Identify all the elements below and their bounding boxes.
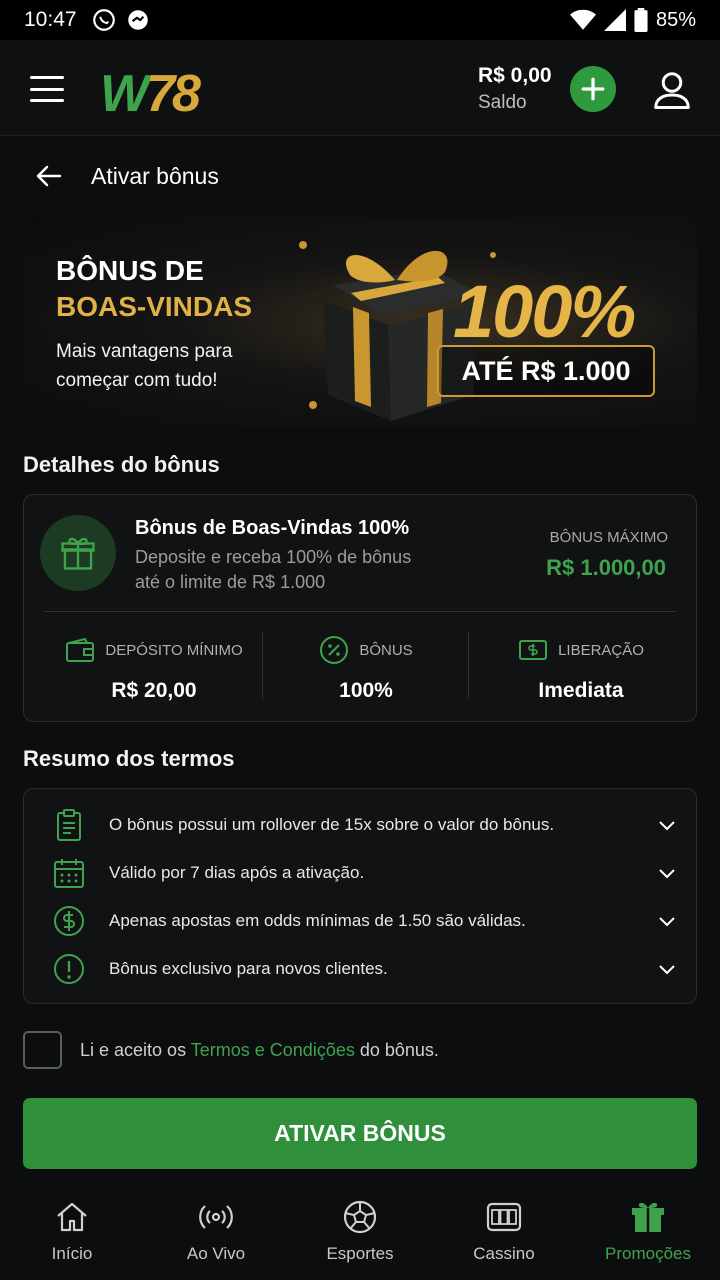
whatsapp-icon	[92, 9, 115, 31]
balance[interactable]: R$ 0,00 Saldo	[478, 64, 552, 114]
stat-value: 100%	[339, 679, 393, 702]
term-item[interactable]: Válido por 7 dias após a ativação.	[24, 849, 696, 897]
gift-icon-badge	[40, 515, 116, 591]
stat-bonus: BÔNUS 100%	[257, 635, 475, 703]
battery-icon	[634, 8, 648, 32]
term-text: O bônus possui um rollover de 15x sobre …	[109, 815, 555, 834]
bonus-name: Bônus de Boas-Vindas 100%	[135, 517, 410, 539]
max-bonus-label: BÔNUS MÁXIMO	[549, 529, 668, 546]
ball-icon	[343, 1200, 377, 1234]
user-icon[interactable]	[652, 70, 692, 110]
nav-item-home[interactable]: Início	[0, 1198, 144, 1264]
back-arrow-icon[interactable]	[32, 160, 64, 192]
bottom-nav: Início Ao Vivo Esportes Cassino Promoçõe…	[0, 1190, 720, 1280]
stat-release: LIBERAÇÃO Imediata	[472, 635, 690, 703]
nav-label: Início	[51, 1244, 93, 1263]
nav-label: Esportes	[326, 1244, 394, 1263]
signal-icon	[603, 9, 626, 31]
status-time: 10:47	[24, 8, 77, 31]
plus-icon	[581, 77, 605, 101]
divider	[468, 631, 469, 699]
chevron-down-icon[interactable]	[656, 910, 678, 932]
battery-percent: 85%	[655, 8, 696, 31]
page-title: Ativar bônus	[91, 163, 219, 189]
nav-item-promotions[interactable]: Promoções	[576, 1198, 720, 1264]
nav-item-casino[interactable]: Cassino	[432, 1198, 576, 1264]
logo[interactable]: W78	[100, 64, 201, 124]
nav-label: Ao Vivo	[186, 1244, 246, 1263]
status-bar: 10:47 85%	[0, 0, 720, 40]
term-text: Válido por 7 dias após a ativação.	[109, 863, 365, 882]
home-icon	[57, 1202, 87, 1232]
term-text: Bônus exclusivo para novos clientes.	[109, 959, 388, 978]
stat-min-deposit: DEPÓSITO MÍNIMO R$ 20,00	[45, 635, 263, 703]
balance-label: Saldo	[478, 92, 527, 113]
banner-percent: 100%	[453, 270, 636, 353]
accept-prefix: Li e aceito os	[80, 1040, 187, 1060]
term-item[interactable]: Apenas apostas em odds mínimas de 1.50 s…	[24, 897, 696, 945]
nav-label: Promoções	[605, 1244, 691, 1263]
chevron-down-icon[interactable]	[656, 814, 678, 836]
slot-icon	[486, 1202, 522, 1232]
balance-amount: R$ 0,00	[478, 64, 552, 87]
chevron-down-icon[interactable]	[656, 862, 678, 884]
wifi-icon	[569, 9, 596, 30]
welcome-bonus-banner: BÔNUS DE BOAS-VINDAS Mais vantagens para…	[23, 217, 697, 427]
details-section-title: Detalhes do bônus	[23, 452, 220, 477]
banner-subtitle: Mais vantagens para começar com tudo!	[56, 341, 233, 391]
chat-icon	[127, 10, 148, 30]
cash-icon	[519, 640, 548, 660]
chevron-down-icon[interactable]	[656, 958, 678, 980]
activate-bonus-button[interactable]: ATIVAR BÔNUS	[23, 1098, 697, 1169]
banner-title-line2: BOAS-VINDAS	[56, 291, 253, 322]
accept-suffix: do bônus.	[359, 1040, 439, 1060]
nav-item-live[interactable]: Ao Vivo	[144, 1198, 288, 1264]
stat-value: Imediata	[538, 679, 624, 702]
gift-icon	[632, 1202, 664, 1232]
app-header: W78 R$ 0,00 Saldo	[0, 40, 720, 136]
deposit-button[interactable]	[570, 66, 616, 112]
max-bonus-value: R$ 1.000,00	[546, 555, 666, 580]
term-item[interactable]: Bônus exclusivo para novos clientes.	[24, 945, 696, 993]
stat-value: R$ 20,00	[111, 679, 197, 702]
clipboard-icon	[57, 809, 81, 841]
gift-icon	[61, 537, 95, 570]
term-text: Apenas apostas em odds mínimas de 1.50 s…	[109, 911, 526, 930]
banner-up-to: ATÉ R$ 1.000	[437, 345, 655, 397]
calendar-icon	[54, 859, 84, 888]
accept-terms-text: Li e aceito os Termos e Condições do bôn…	[80, 1040, 439, 1061]
bonus-details-card: Bônus de Boas-Vindas 100% Deposite e rec…	[23, 494, 697, 722]
stat-label: LIBERAÇÃO	[558, 641, 644, 659]
term-item[interactable]: O bônus possui um rollover de 15x sobre …	[24, 801, 696, 849]
terms-section-title: Resumo dos termos	[23, 746, 235, 771]
nav-item-sports[interactable]: Esportes	[288, 1198, 432, 1264]
accept-terms-checkbox[interactable]	[23, 1031, 62, 1069]
percent-icon	[320, 636, 349, 664]
dollar-icon	[54, 906, 84, 936]
alert-icon	[54, 954, 84, 984]
stat-label: BÔNUS	[359, 641, 413, 659]
divider	[44, 611, 676, 612]
banner-title-line1: BÔNUS DE	[56, 255, 204, 286]
stat-label: DEPÓSITO MÍNIMO	[105, 641, 243, 659]
wallet-icon	[66, 637, 95, 662]
live-icon	[199, 1205, 233, 1229]
menu-icon[interactable]	[30, 76, 64, 102]
terms-link[interactable]: Termos e Condições	[191, 1040, 355, 1060]
terms-card: O bônus possui um rollover de 15x sobre …	[23, 788, 697, 1004]
nav-label: Cassino	[473, 1244, 535, 1263]
bonus-description: Deposite e receba 100% de bônus até o li…	[135, 547, 412, 592]
